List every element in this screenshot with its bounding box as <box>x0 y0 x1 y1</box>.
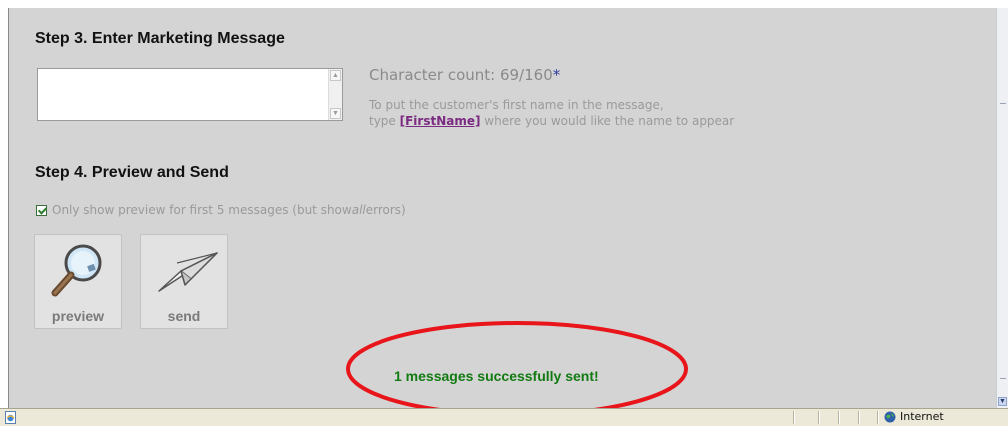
magnifying-glass-icon <box>51 244 102 297</box>
status-separator <box>838 411 839 424</box>
status-separator <box>877 411 878 424</box>
hint-prefix: type <box>369 114 400 128</box>
paper-plane-icon <box>158 252 218 292</box>
preview-button[interactable]: preview <box>34 234 122 329</box>
hint-line-2: type [FirstName] where you would like th… <box>369 113 734 129</box>
character-count: Character count: 69/160* <box>369 66 560 84</box>
top-strip <box>0 0 1008 8</box>
marketing-message-input[interactable] <box>38 69 328 120</box>
send-button[interactable]: send <box>140 234 228 329</box>
firstname-hint: To put the customer's first name in the … <box>369 97 734 129</box>
browser-status-bar: Internet <box>0 408 1008 426</box>
step3-heading: Step 3. Enter Marketing Message <box>35 30 285 47</box>
preview-label: preview <box>51 308 105 324</box>
scroll-tick <box>1000 103 1006 104</box>
zone-label: Internet <box>900 410 944 423</box>
preview-limit-option[interactable]: Only show preview for first 5 messages (… <box>36 203 406 217</box>
character-count-label: Character count: 69/160 <box>369 66 553 84</box>
page-scrollbar[interactable]: ▼ <box>996 8 1008 408</box>
scroll-down-arrow-icon[interactable]: ▼ <box>330 108 341 119</box>
hint-suffix: where you would like the name to appear <box>480 114 735 128</box>
hint-line-1: To put the customer's first name in the … <box>369 98 664 112</box>
firstname-token-link[interactable]: [FirstName] <box>400 114 481 128</box>
scroll-down-arrow-icon[interactable]: ▼ <box>998 397 1007 406</box>
checkbox-label-emphasis: all <box>351 203 366 217</box>
scroll-up-arrow-icon[interactable]: ▲ <box>330 70 341 81</box>
globe-icon <box>884 411 896 422</box>
textarea-scrollbar[interactable]: ▲ ▼ <box>328 69 342 120</box>
send-label: send <box>167 308 201 324</box>
preview-limit-checkbox[interactable] <box>36 204 47 216</box>
checkbox-label-suffix: errors) <box>365 203 406 217</box>
step4-heading: Step 4. Preview and Send <box>35 164 229 181</box>
red-highlight-ellipse <box>346 321 688 417</box>
required-star: * <box>552 66 561 84</box>
status-separator <box>818 411 819 424</box>
status-separator <box>858 411 859 424</box>
marketing-message-field[interactable]: ▲ ▼ <box>37 68 343 121</box>
scroll-tick <box>1000 378 1006 379</box>
checkbox-label-prefix: Only show preview for first 5 messages (… <box>52 203 352 217</box>
security-zone: Internet <box>884 410 944 423</box>
ie-page-icon <box>5 411 16 424</box>
status-separator <box>793 411 794 424</box>
